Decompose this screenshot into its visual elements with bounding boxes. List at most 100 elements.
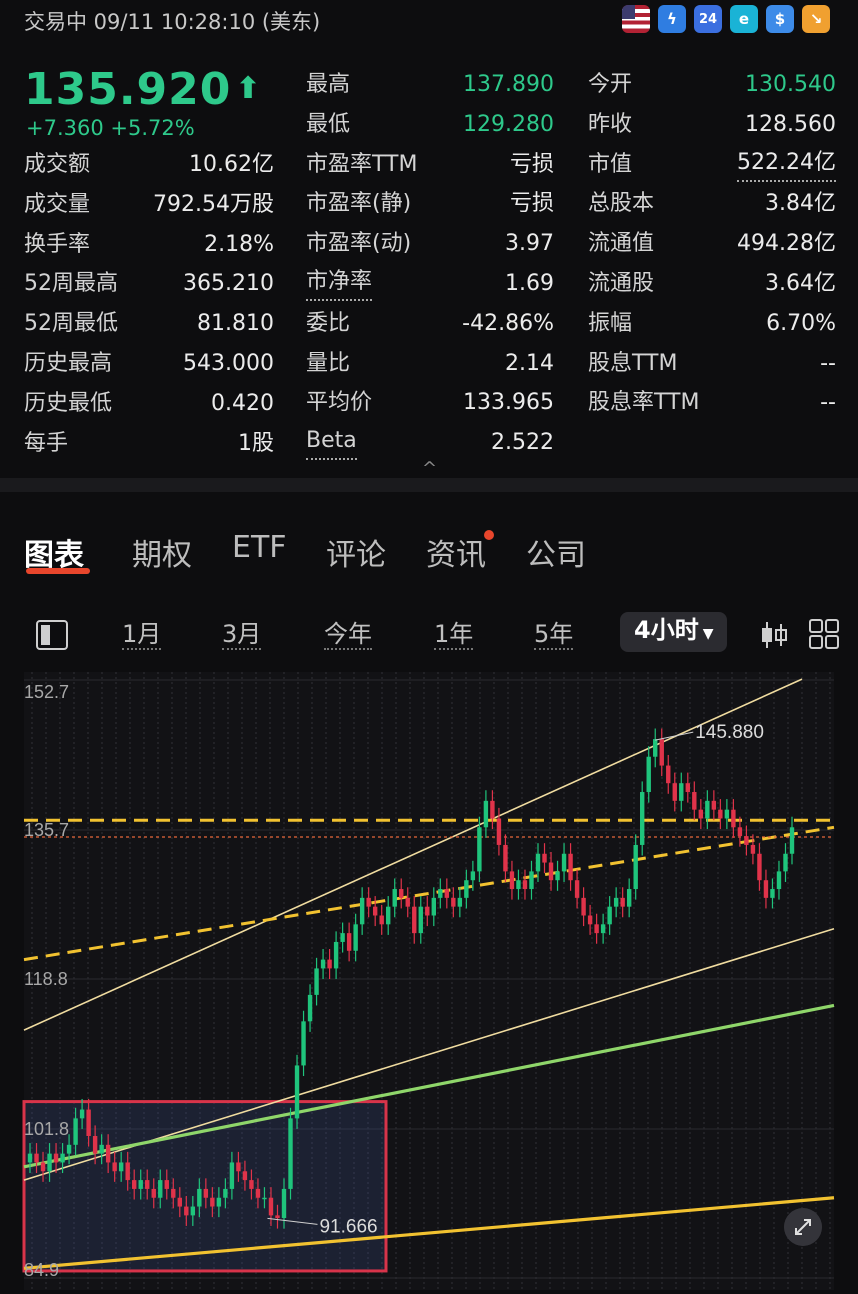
candle-body [307, 994, 313, 1022]
stat-label: 52周最低 [24, 311, 118, 337]
candle-body [633, 844, 638, 890]
candle-body [607, 906, 612, 925]
candle-body [431, 897, 436, 916]
range-selector: 1月 3月 今年 1年 5年 4小时 ▼ [0, 612, 858, 660]
candle-body [464, 880, 469, 898]
y-axis-label: 84.9 [24, 1260, 59, 1280]
tab-options[interactable]: 期权 [132, 530, 192, 574]
stat-label: 最高 [306, 72, 351, 97]
candle-body [190, 1206, 196, 1216]
candle-body [138, 1180, 143, 1189]
candle-body [555, 871, 560, 881]
candle-body [405, 897, 410, 907]
range-ytd[interactable]: 今年 [324, 620, 372, 650]
y-axis-label: 135.7 [24, 820, 69, 840]
stat-value: -- [820, 390, 836, 416]
range-3m[interactable]: 3月 [222, 620, 262, 650]
candle-body [724, 809, 730, 819]
candle-body [522, 880, 528, 890]
range-1y[interactable]: 1年 [434, 620, 474, 650]
candle-body [34, 1153, 39, 1163]
grid-menu-icon[interactable] [808, 618, 840, 650]
candle-body [379, 915, 384, 925]
layout-toggle-icon[interactable] [36, 620, 68, 650]
candle-body [731, 809, 736, 828]
candle-body [327, 959, 332, 969]
us-flag-icon[interactable] [622, 5, 650, 33]
candle-body [776, 871, 782, 890]
candle-body [490, 800, 495, 819]
stat-label[interactable]: Beta [306, 428, 357, 461]
stat-value: 2.522 [491, 430, 554, 456]
candle-body [125, 1162, 130, 1181]
candle-body [425, 906, 430, 916]
candle-body [301, 1021, 306, 1066]
candle-type-icon[interactable] [760, 620, 788, 650]
candle-body [568, 853, 573, 881]
collapse-icon[interactable]: ^ [422, 458, 437, 479]
active-tab-indicator [26, 568, 90, 574]
candle-body [516, 880, 521, 890]
range-4h-dropdown[interactable]: 4小时 ▼ [620, 612, 728, 652]
candle-body [346, 933, 352, 951]
stat-value: 128.560 [745, 111, 836, 137]
candle-body [483, 800, 489, 828]
stat-value: 494.28亿 [737, 231, 836, 257]
stat-label: 流通值 [588, 231, 655, 257]
dollar-icon[interactable]: $ [766, 5, 794, 33]
tab-company[interactable]: 公司 [526, 530, 586, 574]
stat-label: 股息率TTM [588, 390, 700, 416]
stat-label: 今开 [588, 72, 633, 97]
candle-body [666, 765, 671, 784]
high-label: 145.880 [695, 722, 764, 743]
stat-label: 昨收 [588, 111, 633, 137]
candle-body [223, 1188, 228, 1198]
candle-body [340, 933, 345, 942]
candle-body [386, 906, 391, 925]
stat-label: 市盈率(动) [306, 231, 412, 257]
stat-value: 81.810 [197, 311, 274, 337]
candle-body [236, 1162, 241, 1172]
tab-comments[interactable]: 评论 [326, 530, 386, 574]
tab-bar: 图表 期权 ETF 评论 资讯 公司 [0, 530, 858, 580]
stat-value: 6.70% [766, 310, 836, 336]
candle-body [79, 1109, 85, 1119]
badge-24-icon[interactable]: 24 [694, 5, 722, 33]
candle-body [470, 871, 476, 881]
range-box [22, 1100, 388, 1273]
stat-label[interactable]: 市净率 [306, 269, 373, 301]
y-axis-label: 118.8 [24, 969, 68, 989]
candle-body [255, 1188, 261, 1198]
candle-body [438, 889, 443, 898]
stat-label: 振幅 [588, 310, 633, 336]
candle-body [86, 1109, 91, 1136]
stat-value: 543.000 [183, 351, 274, 376]
lightning-icon[interactable]: ϟ [658, 5, 686, 33]
candle-body [640, 792, 645, 845]
candle-body [535, 853, 541, 872]
e-icon[interactable]: e [730, 5, 758, 33]
stat-value: 0.420 [211, 390, 274, 416]
candle-body [171, 1188, 176, 1198]
candle-body [229, 1162, 235, 1189]
candle-body [164, 1180, 169, 1189]
trend-down-icon[interactable]: ↘ [802, 5, 830, 33]
tab-etf[interactable]: ETF [232, 530, 287, 565]
stat-label: 每手 [24, 430, 69, 456]
candle-body [600, 924, 606, 934]
stat-value: 137.890 [463, 72, 554, 97]
candle-body [659, 739, 664, 766]
candle-body [66, 1144, 72, 1154]
range-1m[interactable]: 1月 [122, 620, 162, 650]
stat-value: 亏损 [509, 151, 554, 177]
stat-value[interactable]: 522.24亿 [737, 150, 836, 182]
expand-fullscreen-icon[interactable] [784, 1208, 822, 1246]
chart-canvas[interactable]: 145.880 91.666 152.7 135.7 118.8 101.8 84.9 [0, 672, 858, 1290]
candle-body [47, 1153, 52, 1172]
tab-news[interactable]: 资讯 [426, 530, 486, 574]
stat-label: 流通股 [588, 271, 655, 296]
range-5y[interactable]: 5年 [534, 620, 574, 650]
candle-body [132, 1180, 137, 1189]
candlestick-chart[interactable]: 145.880 91.666 152.7 135.7 118.8 101.8 84.9 [0, 672, 858, 1290]
candle-body [73, 1118, 78, 1145]
